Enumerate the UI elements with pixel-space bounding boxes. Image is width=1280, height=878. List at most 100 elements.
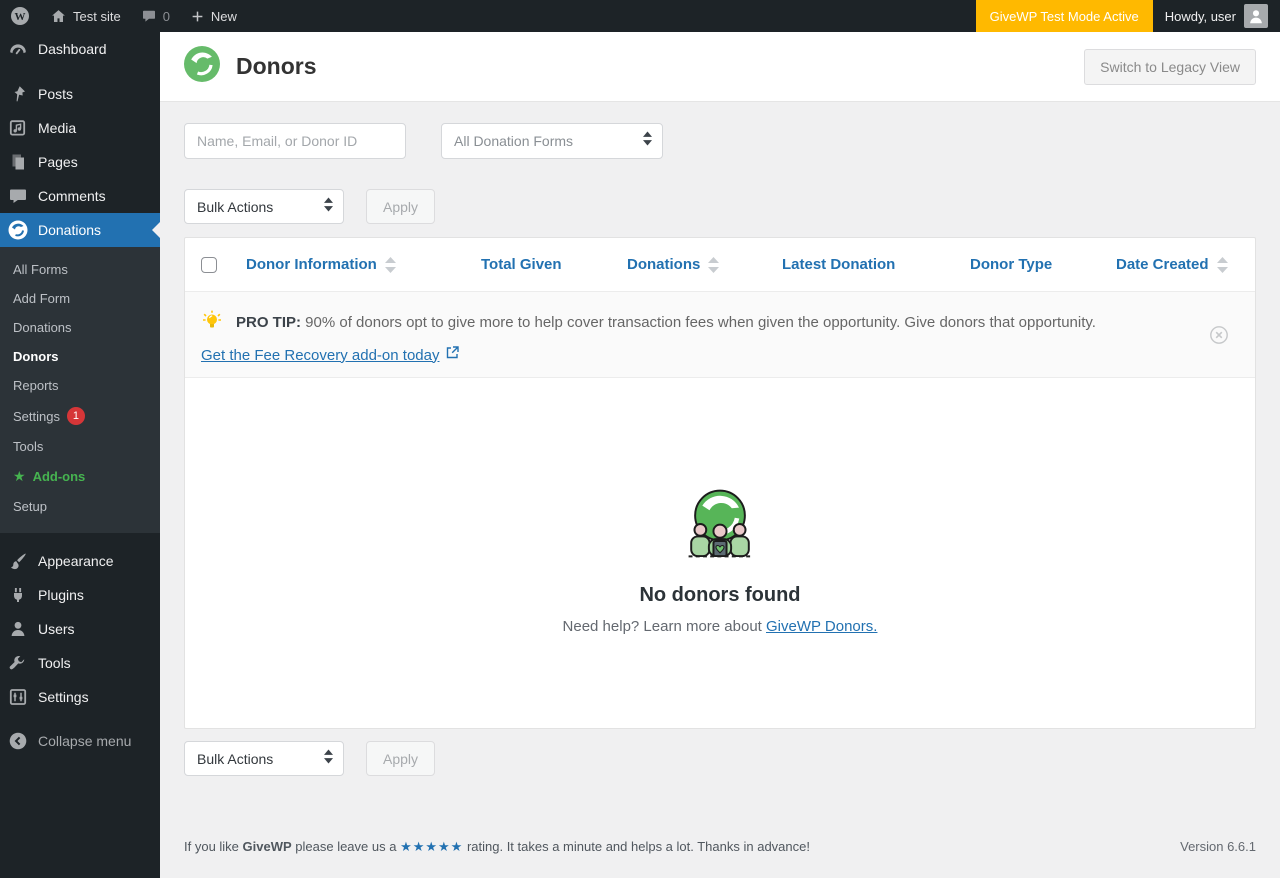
wordpress-menu[interactable]: W [0,0,40,32]
sidebar-item-label: Appearance [38,553,114,569]
new-label: New [211,9,237,24]
sidebar-item-label: Media [38,120,76,136]
column-label: Total Given [481,256,562,273]
givewp-test-mode-badge[interactable]: GiveWP Test Mode Active [976,0,1153,32]
column-label: Donor Information [246,256,377,273]
sidebar-subitem-settings[interactable]: Settings 1 [0,400,160,432]
column-header-latest-donation[interactable]: Latest Donation [782,256,970,273]
table-header-row: Donor Information Total Given Donations … [185,238,1255,291]
comments-icon [8,186,28,206]
column-label: Donor Type [970,256,1052,273]
sidebar-item-appearance[interactable]: Appearance [0,544,160,578]
sidebar-item-label: Collapse menu [38,733,131,749]
sidebar-subitem-add-form[interactable]: Add Form [0,284,160,313]
sidebar-subitem-donations[interactable]: Donations [0,313,160,342]
sidebar-item-label: Dashboard [38,41,107,57]
page-footer: If you like GiveWP please leave us a ★★★… [160,839,1280,855]
bulk-actions-wrapper: Bulk Actions [184,741,344,776]
pages-icon [8,152,28,172]
apply-button-bottom[interactable]: Apply [366,741,435,776]
settings-sliders-icon [8,687,28,707]
sidebar-item-posts[interactable]: Posts [0,77,160,111]
subitem-label: Add-ons [33,469,86,484]
howdy-label: Howdy, user [1165,9,1236,24]
sidebar-item-pages[interactable]: Pages [0,145,160,179]
column-header-total-given[interactable]: Total Given [481,256,627,273]
site-name-menu[interactable]: Test site [40,0,131,32]
donation-form-select[interactable]: All Donation Forms [441,123,663,159]
column-header-donor-type[interactable]: Donor Type [970,256,1116,273]
empty-state-help: Need help? Learn more about GiveWP Donor… [185,618,1255,635]
version-label: Version 6.6.1 [1180,839,1256,855]
bulk-actions-select[interactable]: Bulk Actions [184,189,344,224]
sidebar-item-label: Donations [38,222,101,238]
column-header-donor-information[interactable]: Donor Information [246,256,481,273]
sidebar-item-label: Settings [38,689,89,705]
column-header-date-created[interactable]: Date Created [1116,256,1255,273]
fee-recovery-link[interactable]: Get the Fee Recovery add-on today [201,347,439,364]
column-label: Latest Donation [782,256,895,273]
footer-brand: GiveWP [243,839,292,854]
subitem-label: Reports [13,378,59,393]
sidebar-item-users[interactable]: Users [0,612,160,646]
wrench-icon [8,653,28,673]
sidebar-subitem-all-forms[interactable]: All Forms [0,255,160,284]
bulk-actions-wrapper: Bulk Actions [184,189,344,224]
select-all-cell [201,257,246,273]
footer-text: If you like [184,839,243,854]
avatar [1244,4,1268,28]
comments-menu[interactable]: 0 [131,0,180,32]
sidebar-item-settings[interactable]: Settings [0,680,160,714]
footer-rating-text: If you like GiveWP please leave us a ★★★… [184,839,810,855]
donor-search-input[interactable] [184,123,406,159]
subitem-label: Donors [13,349,59,364]
switch-to-legacy-view-button[interactable]: Switch to Legacy View [1084,49,1256,85]
admin-bar-right: GiveWP Test Mode Active Howdy, user [976,0,1280,32]
collapse-arrow-icon [8,731,28,751]
pro-tip-label: PRO TIP: [236,314,301,331]
bulk-actions-select-bottom[interactable]: Bulk Actions [184,741,344,776]
sidebar-item-label: Tools [38,655,71,671]
sidebar-item-label: Comments [38,188,106,204]
five-stars-rating[interactable]: ★★★★★ [400,839,463,854]
new-menu[interactable]: New [180,0,247,32]
column-header-donations[interactable]: Donations [627,256,782,273]
sidebar-item-donations[interactable]: Donations [0,213,160,247]
settings-count-badge: 1 [67,407,85,425]
pro-tip-banner: PRO TIP: 90% of donors opt to give more … [185,291,1255,378]
sidebar-subitem-setup[interactable]: Setup [0,492,160,521]
empty-state-title: No donors found [185,584,1255,607]
subitem-label: Setup [13,499,47,514]
pro-tip-link-line: Get the Fee Recovery add-on today [201,346,1195,364]
sidebar-subitem-tools[interactable]: Tools [0,432,160,461]
givewp-donors-link[interactable]: GiveWP Donors. [766,618,877,635]
account-menu[interactable]: Howdy, user [1153,0,1280,32]
comment-bubble-icon [141,8,157,24]
page-title: Donors [236,53,317,80]
sidebar-subitem-add-ons[interactable]: ★ Add-ons [0,461,160,492]
subitem-label: Settings [13,409,60,424]
sidebar-item-media[interactable]: Media [0,111,160,145]
sidebar-item-comments[interactable]: Comments [0,179,160,213]
lightbulb-icon [201,309,223,335]
sidebar-item-dashboard[interactable]: Dashboard [0,32,160,66]
sidebar-subitem-donors[interactable]: Donors [0,342,160,371]
main-content: Donors Switch to Legacy View All Donatio… [160,0,1280,855]
sidebar-subitem-reports[interactable]: Reports [0,371,160,400]
sidebar-item-tools[interactable]: Tools [0,646,160,680]
donations-submenu: All Forms Add Form Donations Donors Repo… [0,247,160,533]
comments-count: 0 [163,9,170,24]
subitem-label: Add Form [13,291,70,306]
select-all-checkbox[interactable] [201,257,217,273]
sidebar-item-plugins[interactable]: Plugins [0,578,160,612]
external-link-icon [446,346,459,364]
subitem-label: All Forms [13,262,68,277]
admin-bar-left: W Test site 0 New [0,0,976,32]
help-text: Need help? Learn more about [563,618,766,635]
dismiss-pro-tip-button[interactable] [1209,325,1229,345]
page-header-left: Donors [184,46,317,87]
apply-button[interactable]: Apply [366,189,435,224]
sidebar-item-collapse-menu[interactable]: Collapse menu [0,724,160,758]
givewp-logo [184,46,220,87]
footer-text: rating. It takes a minute and helps a lo… [463,839,810,854]
